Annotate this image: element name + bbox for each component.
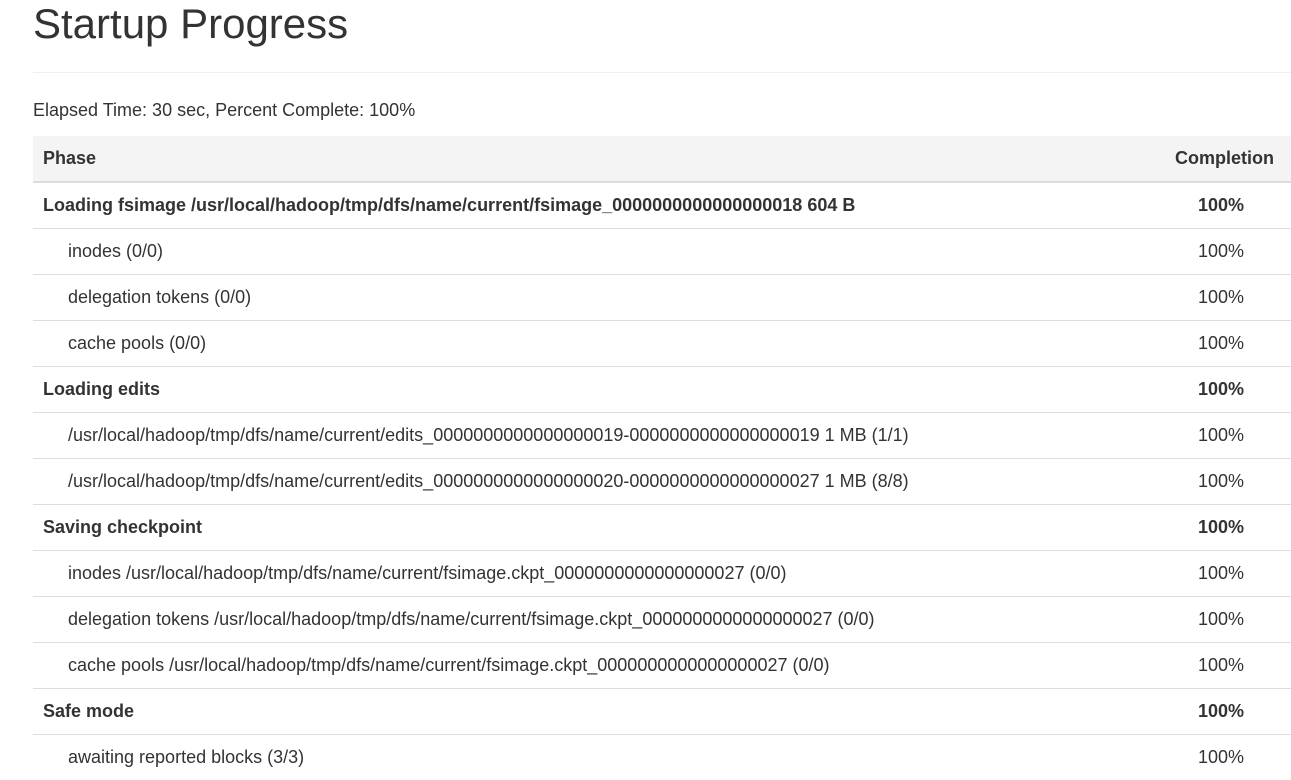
table-row-step: delegation tokens (0/0) 100% [33,274,1291,321]
step-completion: 100% [1121,274,1291,321]
step-name: delegation tokens /usr/local/hadoop/tmp/… [33,596,1121,643]
table-row-step: inodes /usr/local/hadoop/tmp/dfs/name/cu… [33,550,1291,597]
step-name: cache pools (0/0) [33,320,1121,367]
step-completion: 100% [1121,596,1291,643]
phase-completion: 100% [1121,688,1291,735]
step-name: /usr/local/hadoop/tmp/dfs/name/current/e… [33,412,1121,459]
table-row-phase: Safe mode 100% [33,688,1291,735]
table-row-phase: Saving checkpoint 100% [33,504,1291,551]
progress-summary: Elapsed Time: 30 sec, Percent Complete: … [33,100,416,120]
step-completion: 100% [1121,320,1291,367]
startup-progress-page: Startup Progress Elapsed Time: 30 sec, P… [33,0,1291,780]
step-completion: 100% [1121,734,1291,780]
page-title: Startup Progress [33,0,349,47]
table-row-step: cache pools /usr/local/hadoop/tmp/dfs/na… [33,642,1291,689]
step-completion: 100% [1121,642,1291,689]
phase-column-header: Phase [33,136,1121,183]
step-name: /usr/local/hadoop/tmp/dfs/name/current/e… [33,458,1121,505]
step-completion: 100% [1121,412,1291,459]
phase-completion: 100% [1121,366,1291,413]
completion-column-header: Completion [1121,136,1291,183]
table-row-phase: Loading edits 100% [33,366,1291,413]
phase-completion: 100% [1121,181,1291,229]
table-row-phase: Loading fsimage /usr/local/hadoop/tmp/df… [33,181,1291,229]
table-row-step: /usr/local/hadoop/tmp/dfs/name/current/e… [33,458,1291,505]
step-name: inodes /usr/local/hadoop/tmp/dfs/name/cu… [33,550,1121,597]
startup-progress-table: Phase Completion Loading fsimage /usr/lo… [33,136,1291,780]
table-body: Loading fsimage /usr/local/hadoop/tmp/df… [33,181,1291,780]
phase-name: Loading edits [33,366,1121,413]
step-completion: 100% [1121,458,1291,505]
step-name: awaiting reported blocks (3/3) [33,734,1121,780]
step-completion: 100% [1121,228,1291,275]
phase-completion: 100% [1121,504,1291,551]
table-row-step: /usr/local/hadoop/tmp/dfs/name/current/e… [33,412,1291,459]
step-completion: 100% [1121,550,1291,597]
step-name: inodes (0/0) [33,228,1121,275]
table-row-step: cache pools (0/0) 100% [33,320,1291,367]
phase-name: Safe mode [33,688,1121,735]
phase-name: Saving checkpoint [33,504,1121,551]
table-row-step: inodes (0/0) 100% [33,228,1291,275]
title-divider [33,72,1291,73]
table-header-row: Phase Completion [33,136,1291,183]
phase-name: Loading fsimage /usr/local/hadoop/tmp/df… [33,181,1121,229]
table-row-step: awaiting reported blocks (3/3) 100% [33,734,1291,780]
step-name: delegation tokens (0/0) [33,274,1121,321]
step-name: cache pools /usr/local/hadoop/tmp/dfs/na… [33,642,1121,689]
table-row-step: delegation tokens /usr/local/hadoop/tmp/… [33,596,1291,643]
